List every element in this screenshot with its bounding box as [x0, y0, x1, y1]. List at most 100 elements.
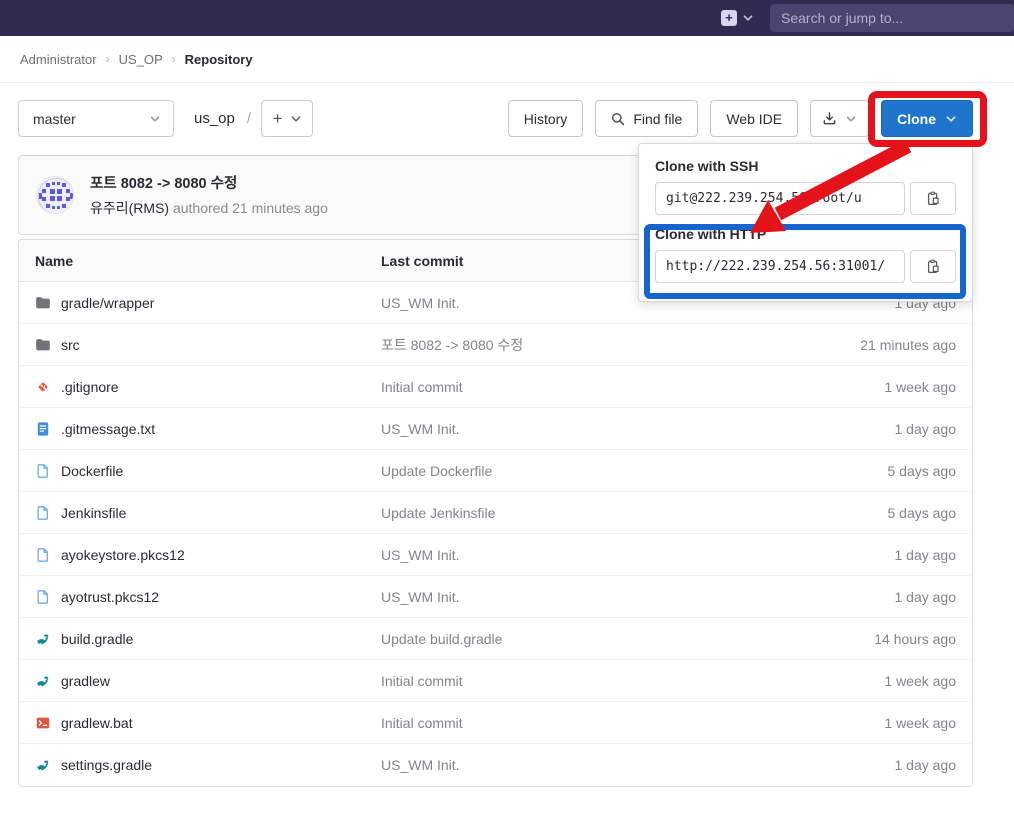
last-update: 1 week ago [786, 673, 956, 689]
commit-message-link[interactable]: US_WM Init. [381, 547, 460, 563]
breadcrumb-separator: › [172, 52, 176, 66]
last-update: 1 day ago [786, 421, 956, 437]
table-row: ayotrust.pkcs12 US_WM Init. 1 day ago [19, 576, 972, 618]
table-row: gradlew.bat Initial commit 1 week ago [19, 702, 972, 744]
plus-icon: + [721, 10, 737, 26]
top-navbar: + [0, 0, 1014, 36]
gradle-icon [35, 673, 51, 689]
last-update: 1 day ago [786, 589, 956, 605]
commit-message-link[interactable]: Initial commit [381, 715, 463, 731]
branch-selector[interactable]: master [18, 100, 174, 137]
chevron-down-icon [742, 12, 754, 24]
git-icon [35, 379, 51, 395]
last-update: 5 days ago [786, 505, 956, 521]
file-link[interactable]: ayotrust.pkcs12 [61, 589, 159, 605]
gradle-icon [35, 631, 51, 647]
last-update: 1 day ago [786, 547, 956, 563]
breadcrumb-current: Repository [185, 52, 253, 67]
file-icon [35, 589, 51, 605]
file-link[interactable]: gradlew.bat [61, 715, 133, 731]
new-menu-button[interactable]: + [721, 10, 754, 26]
commit-message-link[interactable]: US_WM Init. [381, 421, 460, 437]
commit-message-link[interactable]: US_WM Init. [381, 757, 460, 773]
folder-icon [35, 337, 51, 353]
file-link[interactable]: gradle/wrapper [61, 295, 154, 311]
chevron-down-icon [945, 113, 957, 125]
file-link[interactable]: gradlew [61, 673, 110, 689]
file-link[interactable]: ayokeystore.pkcs12 [61, 547, 185, 563]
table-row: ayokeystore.pkcs12 US_WM Init. 1 day ago [19, 534, 972, 576]
clone-button[interactable]: Clone [881, 100, 973, 137]
avatar[interactable] [36, 176, 74, 214]
last-update: 21 minutes ago [786, 337, 956, 353]
project-path[interactable]: us_op [194, 110, 235, 127]
breadcrumb-administrator[interactable]: Administrator [20, 52, 97, 67]
table-row: src 포트 8082 -> 8080 수정 21 minutes ago [19, 324, 972, 366]
copy-http-button[interactable] [910, 250, 956, 283]
download-icon [822, 111, 837, 126]
clone-http-url-field[interactable]: http://222.239.254.56:31001/ [655, 250, 905, 283]
last-update: 1 week ago [786, 715, 956, 731]
commit-message-link[interactable]: Update build.gradle [381, 631, 502, 647]
commit-message-link[interactable]: Initial commit [381, 379, 463, 395]
folder-icon [35, 295, 51, 311]
breadcrumb-project[interactable]: US_OP [119, 52, 163, 67]
file-icon [35, 547, 51, 563]
clone-ssh-label: Clone with SSH [655, 158, 956, 174]
chevron-down-icon [845, 113, 857, 125]
commit-message-link[interactable]: Update Jenkinsfile [381, 505, 495, 521]
file-table-body: gradle/wrapper US_WM Init. 1 day ago src 포트 … [19, 282, 972, 786]
copy-icon [925, 259, 941, 275]
file-link[interactable]: Jenkinsfile [61, 505, 126, 521]
commit-message-link[interactable]: Initial commit [381, 673, 463, 689]
table-row: build.gradle Update build.gradle 14 hours … [19, 618, 972, 660]
file-link[interactable]: Dockerfile [61, 463, 123, 479]
web-ide-label: Web IDE [726, 111, 782, 127]
copy-icon [925, 191, 941, 207]
last-update: 14 hours ago [786, 631, 956, 647]
history-button[interactable]: History [508, 100, 584, 137]
commit-author[interactable]: 유주리(RMS) [90, 200, 169, 216]
file-icon [35, 463, 51, 479]
history-label: History [524, 111, 568, 127]
last-update: 5 days ago [786, 463, 956, 479]
branch-name: master [33, 111, 76, 127]
table-row: Jenkinsfile Update Jenkinsfile 5 days ago [19, 492, 972, 534]
clone-http-label: Clone with HTTP [655, 226, 956, 242]
search-input[interactable] [770, 4, 1014, 32]
commit-authored-text: authored 21 minutes ago [173, 200, 328, 216]
web-ide-button[interactable]: Web IDE [710, 100, 798, 137]
file-link[interactable]: src [61, 337, 80, 353]
table-row: settings.gradleUS_WM Init.1 day ago [19, 744, 972, 786]
table-row: .gitmessage.txt US_WM Init. 1 day ago [19, 408, 972, 450]
gradle-icon [35, 757, 51, 773]
identicon [37, 177, 74, 214]
gitlab-repository-page: + Administrator › US_OP › Repository mas… [0, 0, 1014, 822]
breadcrumb-separator: › [106, 52, 110, 66]
table-row: .gitignoreInitial commit1 week ago [19, 366, 972, 408]
breadcrumb: Administrator › US_OP › Repository [0, 36, 1014, 83]
copy-ssh-button[interactable] [910, 182, 956, 215]
plus-icon: + [273, 109, 283, 129]
commit-message-link[interactable]: Update Dockerfile [381, 463, 492, 479]
commit-title[interactable]: 포트 8082 -> 8080 수정 [90, 172, 328, 193]
find-file-button[interactable]: Find file [595, 100, 698, 137]
file-link[interactable]: .gitmessage.txt [61, 421, 155, 437]
download-button[interactable] [810, 100, 869, 137]
text-file-icon [35, 421, 51, 437]
commit-message-link[interactable]: US_WM Init. [381, 589, 460, 605]
file-table: Name Last commit gradle/wrapperUS_WM Ini… [18, 239, 973, 787]
clone-ssh-url-field[interactable]: git@222.239.254.56:root/u [655, 182, 905, 215]
commit-message-link[interactable]: US_WM Init. [381, 295, 460, 311]
commit-message-link[interactable]: 포트 8082 -> 8080 수정 [381, 337, 523, 353]
clone-dropdown: Clone with SSH git@222.239.254.56:root/u… [638, 143, 973, 302]
path-separator: / [247, 110, 251, 127]
clone-label: Clone [897, 111, 936, 127]
add-file-button[interactable]: + [261, 100, 313, 137]
file-link[interactable]: build.gradle [61, 631, 133, 647]
column-name: Name [35, 253, 381, 269]
search-icon [611, 112, 625, 126]
file-link[interactable]: .gitignore [61, 379, 119, 395]
file-link[interactable]: settings.gradle [61, 757, 152, 773]
table-row: Dockerfile Update Dockerfile 5 days ago [19, 450, 972, 492]
